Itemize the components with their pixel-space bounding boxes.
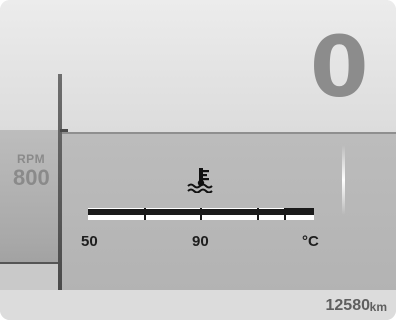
temp-bar-tick	[144, 208, 146, 220]
temp-bar-tick	[284, 208, 286, 220]
instrument-cluster-display: 0 RPM 800 50 90 °C 12580 km	[0, 0, 396, 320]
temp-scale-mid: 90	[192, 233, 209, 250]
odometer-unit: km	[369, 300, 387, 314]
rpm-label: RPM	[17, 152, 46, 166]
rpm-readout: 800	[13, 165, 50, 190]
speed-marker	[342, 145, 345, 215]
temp-bar-tick	[200, 208, 202, 220]
coolant-temperature-icon	[187, 168, 213, 193]
temp-bar-tick	[257, 208, 259, 220]
odometer-readout: 12580	[325, 297, 371, 314]
speed-readout: 0	[310, 18, 369, 116]
rpm-gauge-base	[0, 262, 60, 292]
odometer-strip: 12580 km	[0, 290, 396, 320]
temp-bar-cap	[286, 208, 314, 215]
temp-scale-min: 50	[81, 233, 98, 250]
temp-scale-unit: °C	[302, 233, 319, 250]
coolant-temperature-bar	[88, 208, 314, 220]
